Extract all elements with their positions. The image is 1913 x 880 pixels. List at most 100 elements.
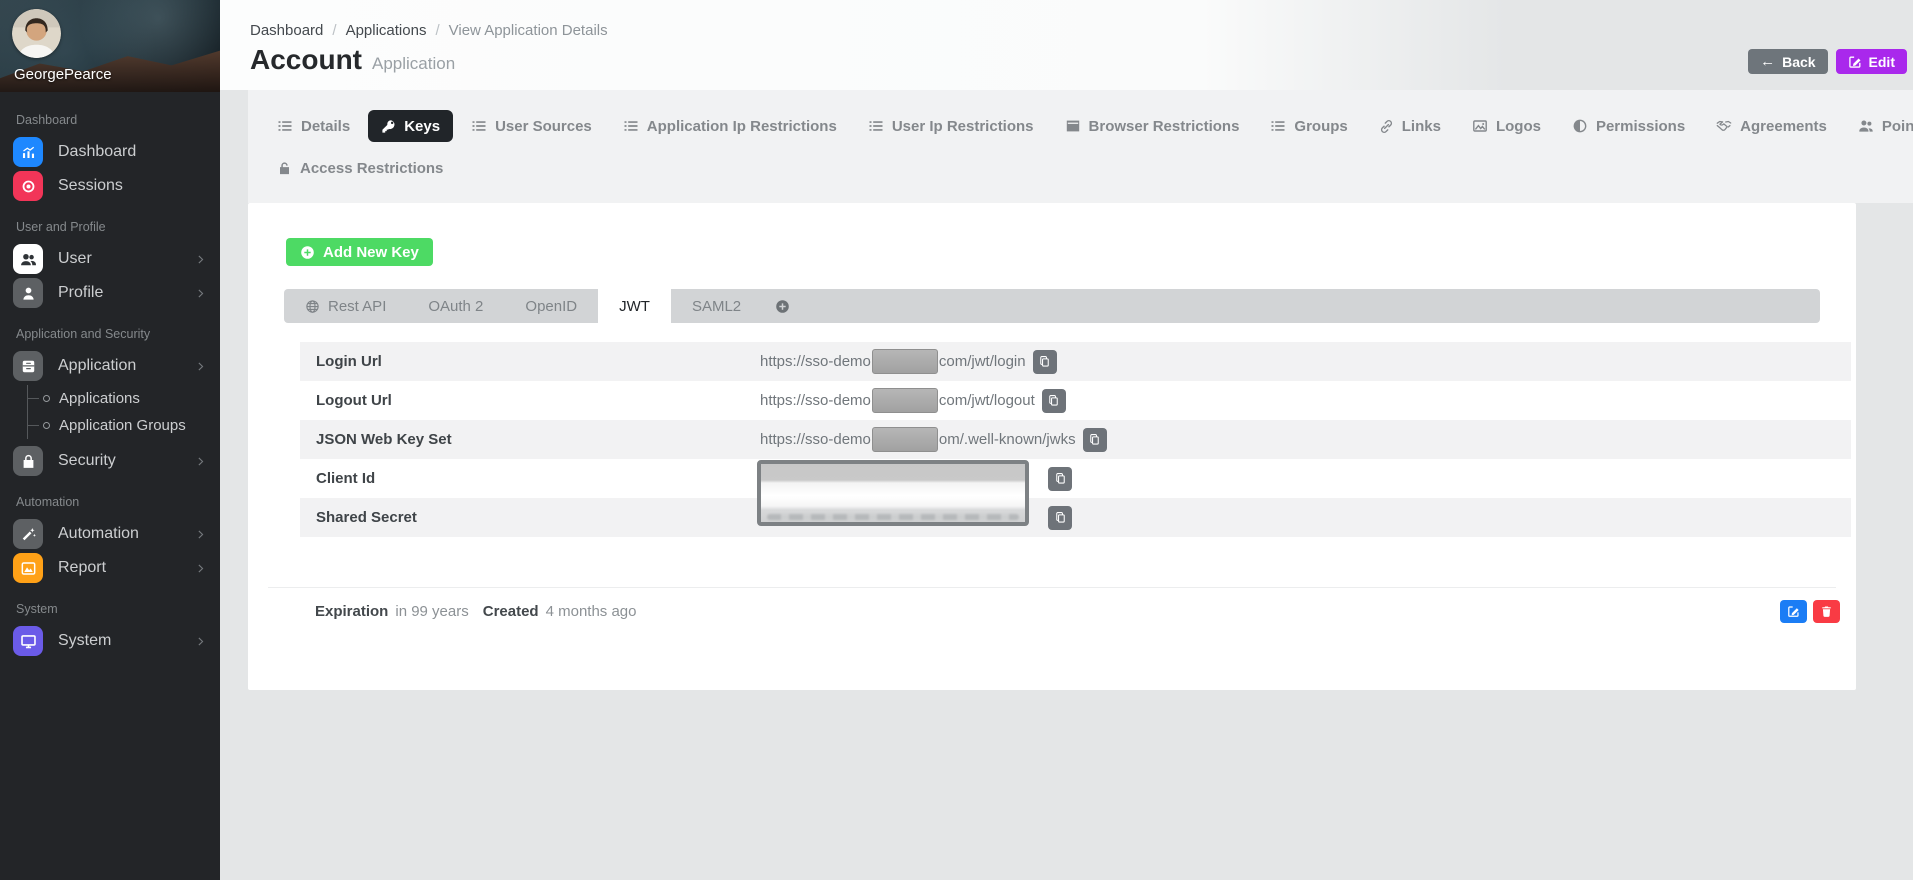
sidebar-section-label: System xyxy=(16,602,204,616)
sidebar-section-label: Automation xyxy=(16,495,204,509)
tab-label: User Sources xyxy=(495,118,592,135)
report-icon xyxy=(13,553,43,583)
list-icon xyxy=(471,118,487,134)
sidebar-item-application[interactable]: Application xyxy=(0,349,220,383)
key-tab-saml2[interactable]: SAML2 xyxy=(671,289,762,323)
copy-button[interactable] xyxy=(1048,506,1072,530)
monitor-icon xyxy=(13,626,43,656)
row-label: Shared Secret xyxy=(300,509,760,526)
delete-key-button[interactable] xyxy=(1813,600,1840,623)
add-key-type-icon[interactable] xyxy=(775,299,790,314)
add-new-key-button[interactable]: Add New Key xyxy=(286,238,433,266)
record-icon xyxy=(13,171,43,201)
user-group-icon xyxy=(13,244,43,274)
key-tab-label: Rest API xyxy=(328,298,386,315)
bullet-icon xyxy=(43,422,50,429)
key-type-tabs: Rest API OAuth 2 OpenID JWT SAML2 xyxy=(284,289,1820,323)
redaction-chip xyxy=(872,349,938,374)
list-icon xyxy=(868,118,884,134)
tab-label: Application Ip Restrictions xyxy=(647,118,837,135)
tab-details[interactable]: Details xyxy=(264,110,363,142)
wand-icon xyxy=(13,519,43,549)
key-tab-openid[interactable]: OpenID xyxy=(504,289,598,323)
tab-keys[interactable]: Keys xyxy=(368,110,453,142)
tab-links[interactable]: Links xyxy=(1366,110,1454,142)
avatar[interactable] xyxy=(12,9,61,58)
tab-label: Agreements xyxy=(1740,118,1827,135)
edit-button[interactable]: Edit xyxy=(1836,49,1907,74)
sidebar-section-label: Application and Security xyxy=(16,327,204,341)
sidebar-section-label: User and Profile xyxy=(16,220,204,234)
chevron-right-icon xyxy=(195,563,206,574)
tab-permissions[interactable]: Permissions xyxy=(1559,110,1698,142)
sidebar-item-application-groups[interactable]: Application Groups xyxy=(28,412,220,439)
sidebar-item-dashboard[interactable]: Dashboard xyxy=(0,135,220,169)
key-tab-label: OpenID xyxy=(525,298,577,315)
sidebar-item-automation[interactable]: Automation xyxy=(0,517,220,551)
add-new-key-label: Add New Key xyxy=(323,244,419,261)
sidebar-item-label: Dashboard xyxy=(58,143,136,161)
url-suffix: com/jwt/logout xyxy=(939,392,1035,409)
people-icon xyxy=(1858,118,1874,134)
tab-user-sources[interactable]: User Sources xyxy=(458,110,605,142)
globe-icon xyxy=(305,299,320,314)
key-tab-oauth2[interactable]: OAuth 2 xyxy=(407,289,504,323)
row-label: JSON Web Key Set xyxy=(300,431,760,448)
tab-browser-restrictions[interactable]: Browser Restrictions xyxy=(1052,110,1253,142)
sidebar-item-system[interactable]: System xyxy=(0,624,220,658)
tab-label: Browser Restrictions xyxy=(1089,118,1240,135)
key-icon xyxy=(381,119,396,134)
tab-label: User Ip Restrictions xyxy=(892,118,1034,135)
tab-label: Details xyxy=(301,118,350,135)
tab-agreements[interactable]: Agreements xyxy=(1703,110,1840,142)
table-row-login-url: Login Url https://sso-demo com/jwt/login xyxy=(300,342,1851,381)
arrow-left-icon: ← xyxy=(1760,54,1775,69)
copy-button[interactable] xyxy=(1042,389,1066,413)
divider xyxy=(268,587,1836,588)
copy-button[interactable] xyxy=(1048,467,1072,491)
pencil-square-icon xyxy=(1848,55,1862,69)
edit-button-label: Edit xyxy=(1869,54,1895,70)
tab-point-of-contacts[interactable]: Point of Contacts xyxy=(1845,110,1913,142)
key-meta-row: Expiration in 99 years Created 4 months … xyxy=(248,600,1856,623)
copy-button[interactable] xyxy=(1033,350,1057,374)
chevron-right-icon xyxy=(195,361,206,372)
link-icon xyxy=(1379,119,1394,134)
sidebar-item-user[interactable]: User xyxy=(0,242,220,276)
sidebar-item-security[interactable]: Security xyxy=(0,444,220,478)
row-label: Client Id xyxy=(300,470,760,487)
sidebar-item-profile[interactable]: Profile xyxy=(0,276,220,310)
key-tab-rest-api[interactable]: Rest API xyxy=(284,289,407,323)
key-detail-table: Login Url https://sso-demo com/jwt/login… xyxy=(300,342,1851,537)
url-suffix: om/.well-known/jwks xyxy=(939,431,1076,448)
breadcrumb-dashboard[interactable]: Dashboard xyxy=(250,22,323,39)
back-button[interactable]: ← Back xyxy=(1748,49,1827,74)
row-label: Login Url xyxy=(300,353,760,370)
tab-groups[interactable]: Groups xyxy=(1257,110,1360,142)
sidebar-item-sessions[interactable]: Sessions xyxy=(0,169,220,203)
sidebar-subitem-label: Application Groups xyxy=(59,417,186,434)
edit-key-button[interactable] xyxy=(1780,600,1807,623)
tab-label: Access Restrictions xyxy=(300,160,443,177)
key-tab-jwt[interactable]: JWT xyxy=(598,289,671,323)
sidebar-item-report[interactable]: Report xyxy=(0,551,220,585)
tab-application-ip-restrictions[interactable]: Application Ip Restrictions xyxy=(610,110,850,142)
sidebar-username: GeorgePearce xyxy=(14,66,112,83)
chevron-right-icon xyxy=(195,456,206,467)
url-prefix: https://sso-demo xyxy=(760,431,871,448)
tab-logos[interactable]: Logos xyxy=(1459,110,1554,142)
url-prefix: https://sso-demo xyxy=(760,353,871,370)
tab-access-restrictions[interactable]: Access Restrictions xyxy=(264,152,456,184)
lock-icon xyxy=(13,446,43,476)
unlock-icon xyxy=(277,161,292,176)
sidebar-item-applications[interactable]: Applications xyxy=(28,385,220,412)
url-suffix: com/jwt/login xyxy=(939,353,1026,370)
breadcrumb-applications[interactable]: Applications xyxy=(346,22,427,39)
sidebar-item-label: Sessions xyxy=(58,177,123,195)
breadcrumb-current: View Application Details xyxy=(449,22,608,39)
tab-user-ip-restrictions[interactable]: User Ip Restrictions xyxy=(855,110,1047,142)
copy-button[interactable] xyxy=(1083,428,1107,452)
chevron-right-icon xyxy=(195,254,206,265)
sidebar-section-label: Dashboard xyxy=(16,113,204,127)
chevron-right-icon xyxy=(195,288,206,299)
